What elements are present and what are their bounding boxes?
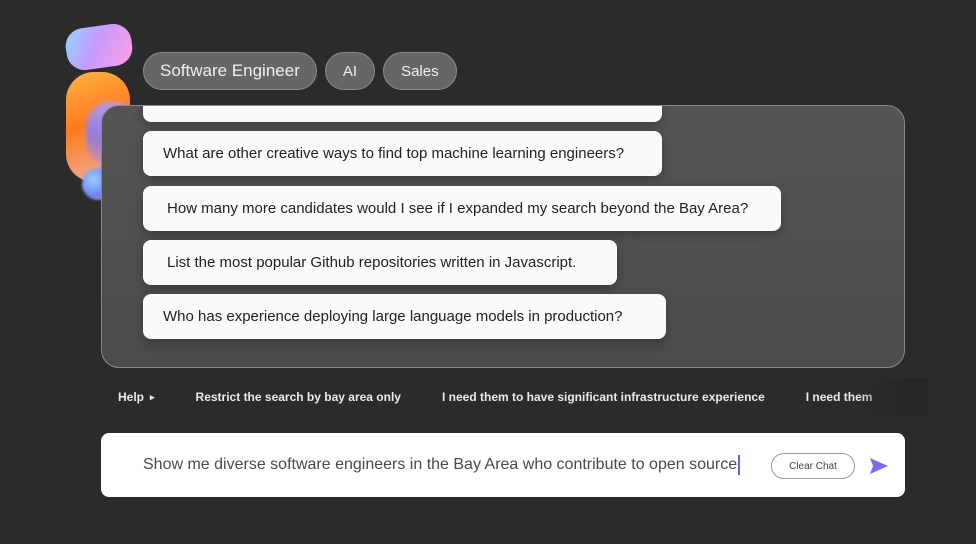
text-caret [738,455,741,475]
prompt-bubble[interactable]: How many more candidates would I see if … [143,186,781,231]
quick-suggestions-bar: Help ▸ Restrict the search by bay area o… [104,378,928,416]
chat-input-bar: Show me diverse software engineers in th… [101,433,905,497]
chip-sales[interactable]: Sales [383,52,457,90]
caret-right-icon: ▸ [150,391,155,402]
prompt-bubble[interactable]: List the most popular Github repositorie… [143,240,617,285]
chat-input-value: Show me diverse software engineers in th… [143,456,738,473]
chip-software-engineer[interactable]: Software Engineer [143,52,317,90]
help-label: Help [118,390,145,404]
prompt-suggestions-panel[interactable]: What are other creative ways to find top… [101,105,905,368]
suggestion-item[interactable]: Restrict the search by bay area only [196,390,401,404]
chat-input[interactable]: Show me diverse software engineers in th… [143,455,741,475]
help-button[interactable]: Help ▸ [118,390,155,404]
send-icon[interactable] [869,457,889,475]
prompt-bubble[interactable]: What are other creative ways to find top… [143,131,662,176]
prompt-bubble[interactable]: Who has experience deploying large langu… [143,294,666,339]
logo-shape-top [63,21,135,73]
suggestion-item[interactable]: I need them to have significant infrastr… [442,390,765,404]
chip-ai[interactable]: AI [324,52,376,90]
suggestions-fade [858,378,928,416]
clear-chat-button[interactable]: Clear Chat [771,453,855,479]
topic-chips: Software Engineer AI Sales [143,52,457,90]
prompt-bubble-partial[interactable] [143,106,662,122]
